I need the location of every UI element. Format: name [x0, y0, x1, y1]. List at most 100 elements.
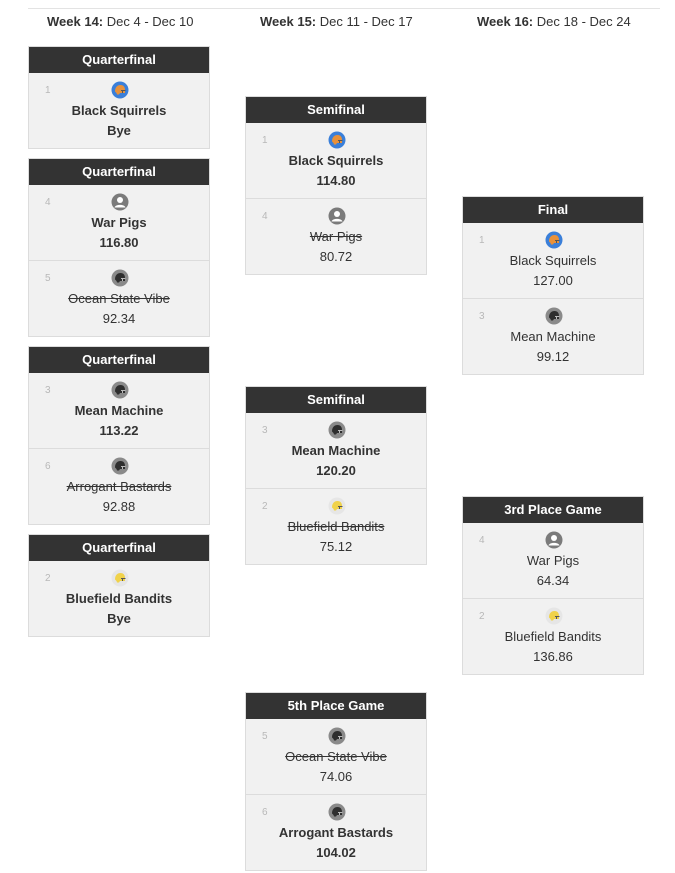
matchup-quarterfinal-2[interactable]: Quarterfinal 4 War Pigs 116.80 5 Ocean Stat… — [28, 158, 210, 337]
team-score: 99.12 — [536, 349, 570, 364]
seed-number: 4 — [479, 535, 485, 546]
team-score: 104.02 — [316, 845, 356, 860]
team-slot[interactable]: 2 Bluefield Bandits 75.12 — [246, 488, 426, 564]
seed-number: 6 — [45, 461, 51, 472]
user-avatar-icon — [545, 531, 563, 549]
seed-number: 3 — [479, 311, 485, 322]
matchup-semifinal-2[interactable]: Semifinal 3 Mean Machine 120.20 2 Bluefield… — [245, 386, 427, 565]
team-score: 92.88 — [102, 499, 136, 514]
matchup-3rd-place[interactable]: 3rd Place Game 4 War Pigs 64.34 2 Bluefield… — [462, 496, 644, 675]
team-score: 113.22 — [99, 423, 139, 438]
helmet-yellow-icon — [545, 607, 563, 625]
user-avatar-icon — [111, 193, 129, 211]
seed-number: 6 — [262, 807, 268, 818]
team-score: 74.06 — [319, 769, 353, 784]
seed-number: 3 — [262, 425, 268, 436]
team-score: Bye — [107, 123, 131, 138]
team-name[interactable]: Arrogant Bastards — [246, 825, 426, 840]
helmet-orange-icon — [545, 231, 563, 249]
team-name[interactable]: Black Squirrels — [246, 153, 426, 168]
team-name[interactable]: Black Squirrels — [463, 253, 643, 268]
team-score: 127.00 — [533, 273, 573, 288]
seed-number: 1 — [479, 235, 485, 246]
team-score: Bye — [107, 611, 131, 626]
team-name[interactable]: Bluefield Bandits — [246, 519, 426, 534]
week-14-header: Week 14: Dec 4 - Dec 10 — [47, 14, 194, 29]
top-divider — [28, 8, 660, 9]
team-slot[interactable]: 5 Ocean State Vibe 92.34 — [29, 260, 209, 336]
helmet-yellow-icon — [111, 569, 129, 587]
matchup-title: Final — [463, 197, 643, 223]
team-slot[interactable]: 4 War Pigs 80.72 — [246, 198, 426, 274]
team-slot[interactable]: 6 Arrogant Bastards 104.02 — [246, 794, 426, 870]
matchup-title: Quarterfinal — [29, 47, 209, 73]
team-name[interactable]: War Pigs — [29, 215, 209, 230]
seed-number: 5 — [45, 273, 51, 284]
seed-number: 1 — [262, 135, 268, 146]
team-slot[interactable]: 1 Black Squirrels 127.00 — [463, 223, 643, 298]
helmet-dark-icon — [111, 381, 129, 399]
matchup-title: Quarterfinal — [29, 159, 209, 185]
team-name[interactable]: Mean Machine — [246, 443, 426, 458]
team-slot[interactable]: 4 War Pigs 116.80 — [29, 185, 209, 260]
team-slot[interactable]: 3 Mean Machine 99.12 — [463, 298, 643, 374]
team-score: 80.72 — [319, 249, 353, 264]
helmet-dark-icon — [328, 803, 346, 821]
seed-number: 5 — [262, 731, 268, 742]
team-name[interactable]: Bluefield Bandits — [463, 629, 643, 644]
seed-number: 3 — [45, 385, 51, 396]
team-score: 114.80 — [316, 173, 356, 188]
team-score: 136.86 — [533, 649, 573, 664]
helmet-dark-icon — [328, 727, 346, 745]
matchup-5th-place[interactable]: 5th Place Game 5 Ocean State Vibe 74.06 6 A… — [245, 692, 427, 871]
matchup-semifinal-1[interactable]: Semifinal 1 Black Squirrels 114.80 4 War Pi… — [245, 96, 427, 275]
team-name[interactable]: Mean Machine — [29, 403, 209, 418]
matchup-title: 5th Place Game — [246, 693, 426, 719]
team-slot[interactable]: 6 Arrogant Bastards 92.88 — [29, 448, 209, 524]
team-slot[interactable]: 3 Mean Machine 113.22 — [29, 373, 209, 448]
helmet-orange-icon — [328, 131, 346, 149]
team-slot[interactable]: 2 Bluefield Bandits 136.86 — [463, 598, 643, 674]
team-score: 64.34 — [536, 573, 570, 588]
seed-number: 4 — [262, 211, 268, 222]
team-name[interactable]: Bluefield Bandits — [29, 591, 209, 606]
team-score: 120.20 — [316, 463, 356, 478]
matchup-quarterfinal-4[interactable]: Quarterfinal 2 Bluefield Bandits Bye — [28, 534, 210, 637]
helmet-dark-icon — [111, 457, 129, 475]
team-name[interactable]: Ocean State Vibe — [29, 291, 209, 306]
team-slot[interactable]: 1 Black Squirrels 114.80 — [246, 123, 426, 198]
team-slot[interactable]: 2 Bluefield Bandits Bye — [29, 561, 209, 636]
team-slot[interactable]: 4 War Pigs 64.34 — [463, 523, 643, 598]
matchup-quarterfinal-3[interactable]: Quarterfinal 3 Mean Machine 113.22 6 Arroga… — [28, 346, 210, 525]
team-slot[interactable]: 3 Mean Machine 120.20 — [246, 413, 426, 488]
matchup-title: Quarterfinal — [29, 347, 209, 373]
seed-number: 2 — [262, 501, 268, 512]
team-score: 92.34 — [102, 311, 136, 326]
team-name[interactable]: War Pigs — [463, 553, 643, 568]
team-name[interactable]: Arrogant Bastards — [29, 479, 209, 494]
matchup-title: 3rd Place Game — [463, 497, 643, 523]
helmet-yellow-icon — [328, 497, 346, 515]
seed-number: 1 — [45, 85, 51, 96]
helmet-dark-icon — [328, 421, 346, 439]
seed-number: 2 — [45, 573, 51, 584]
team-name[interactable]: Ocean State Vibe — [246, 749, 426, 764]
matchup-final[interactable]: Final 1 Black Squirrels 127.00 3 Mean Machi… — [462, 196, 644, 375]
matchup-quarterfinal-1[interactable]: Quarterfinal 1 Black Squirrels Bye — [28, 46, 210, 149]
matchup-title: Semifinal — [246, 97, 426, 123]
week-16-header: Week 16: Dec 18 - Dec 24 — [477, 14, 631, 29]
team-slot[interactable]: 1 Black Squirrels Bye — [29, 73, 209, 148]
matchup-title: Semifinal — [246, 387, 426, 413]
seed-number: 2 — [479, 611, 485, 622]
team-name[interactable]: War Pigs — [246, 229, 426, 244]
team-slot[interactable]: 5 Ocean State Vibe 74.06 — [246, 719, 426, 794]
helmet-orange-icon — [111, 81, 129, 99]
helmet-dark-icon — [111, 269, 129, 287]
team-name[interactable]: Mean Machine — [463, 329, 643, 344]
helmet-dark-icon — [545, 307, 563, 325]
week-15-header: Week 15: Dec 11 - Dec 17 — [260, 14, 413, 29]
team-name[interactable]: Black Squirrels — [29, 103, 209, 118]
seed-number: 4 — [45, 197, 51, 208]
team-score: 75.12 — [319, 539, 353, 554]
user-avatar-icon — [328, 207, 346, 225]
